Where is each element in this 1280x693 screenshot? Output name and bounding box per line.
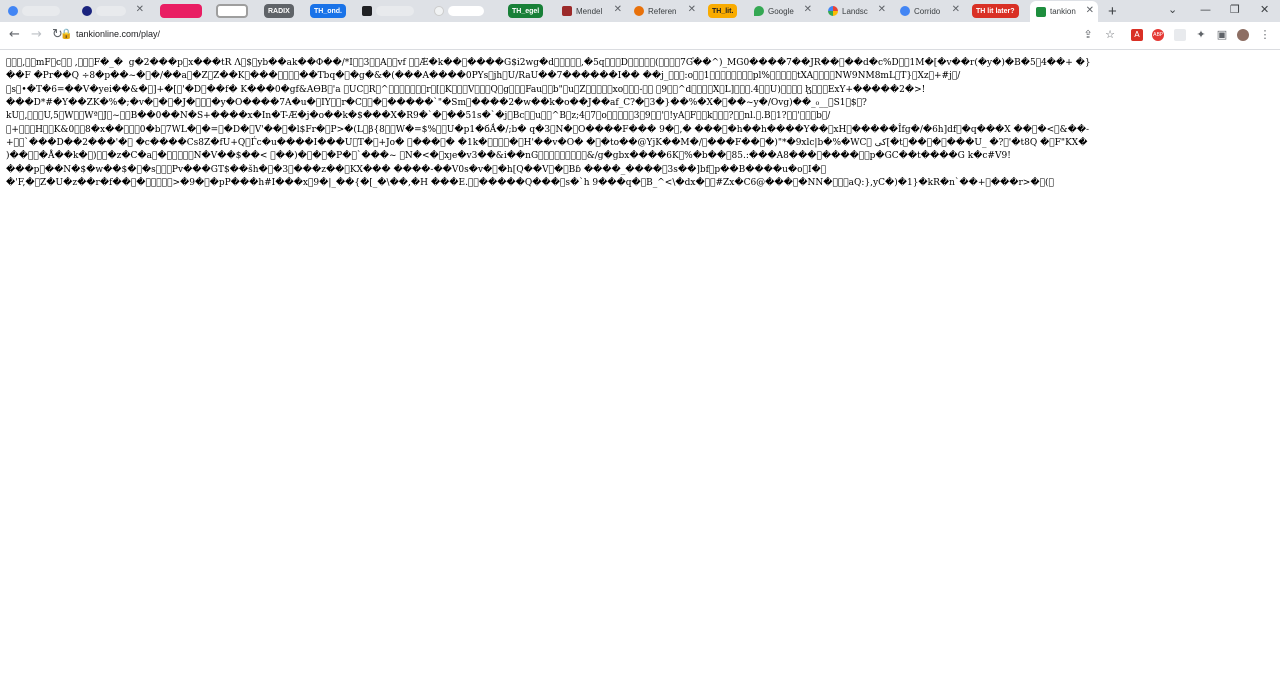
google-icon [8,6,18,16]
tab-title-blurred [448,6,484,16]
close-window-icon[interactable]: ✕ [1260,3,1269,16]
page-icon [362,6,372,16]
reference-icon [634,6,644,16]
hm-logo-icon [82,6,92,16]
tab-th-lit[interactable]: TH_lit. [708,2,742,20]
tab-label: Landsc [842,6,868,16]
minimize-icon[interactable]: — [1200,3,1211,16]
extension-icon[interactable] [1174,29,1186,41]
google-icon [900,6,910,16]
tab-title-blurred [96,6,126,16]
avatar[interactable] [1237,29,1249,41]
close-icon[interactable]: ✕ [136,4,144,15]
page-icon [434,6,444,16]
tab-label: Mendel [576,6,603,16]
tab-label: TH_ond. [310,4,346,18]
tab-corridor[interactable]: Corrido ✕ [900,2,964,20]
close-icon[interactable]: ✕ [688,4,696,15]
side-panel-icon[interactable]: ▣ [1216,29,1228,41]
tab-3[interactable] [160,2,204,20]
tab-label: TH_egel [508,4,544,18]
tab-label: Referen [648,6,677,16]
tab-th-egel[interactable]: TH_egel [508,2,550,20]
share-icon[interactable]: ⇪ [1082,29,1094,41]
tab-landscape[interactable]: Landsc ✕ [828,2,890,20]
lock-icon: 🔒 [60,29,73,40]
photos-icon [828,6,838,16]
maps-pin-icon [754,6,764,16]
tab-mendeley[interactable]: Mendel ✕ [562,2,626,20]
tab-reference[interactable]: Referen ✕ [634,2,700,20]
tab-label: Corrido [914,6,941,16]
tab-google-maps[interactable]: Google ✕ [754,2,816,20]
tab-tankionline-active[interactable]: tankion ✕ [1030,1,1098,22]
tab-label: Google [768,6,794,16]
tab-label: RADIX [264,4,294,18]
tab-label: tankion [1050,7,1076,16]
tab-1[interactable] [8,2,72,20]
close-icon[interactable]: ✕ [952,4,960,15]
tab-radix[interactable]: RADIX [264,2,296,20]
tab-title-blurred [376,6,414,16]
tab-8[interactable] [434,2,496,20]
tab-label: TH lit later? [972,4,1019,18]
tanki-icon [1036,6,1046,17]
tab-2[interactable]: ✕ [82,2,148,20]
new-tab-button[interactable]: + [1108,3,1117,20]
tab-title-blurred [22,6,60,16]
tab-th-ond[interactable]: TH_ond. [310,2,348,20]
restore-icon[interactable]: ❐ [1230,3,1240,16]
bookmark-star-icon[interactable]: ☆ [1104,29,1116,41]
back-icon[interactable]: ← [9,27,20,42]
tab-4[interactable] [216,2,250,20]
browser-toolbar: ← → ↻ 🔒 tankionline.com/play/ ⇪ ☆ A ABP … [0,22,1280,50]
close-icon[interactable]: ✕ [804,4,812,15]
menu-kebab-icon[interactable]: ⋮ [1259,29,1271,41]
tab-strip: ✕ RADIX TH_ond. TH_egel Mendel ✕ Referen… [0,0,1280,22]
tab-search-icon[interactable]: ⌄ [1168,3,1177,16]
forward-icon[interactable]: → [31,27,42,42]
close-icon[interactable]: ✕ [614,4,622,15]
bookmark-pill-icon [216,4,248,18]
adblock-icon[interactable]: ABP [1152,29,1164,41]
close-icon[interactable]: ✕ [878,4,886,15]
close-icon[interactable]: ✕ [1086,5,1094,16]
address-bar[interactable]: tankionline.com/play/ [76,29,160,39]
mendeley-icon [562,6,572,16]
tab-th-lit-later[interactable]: TH lit later? [972,2,1022,20]
tab-label: TH_lit. [708,4,738,18]
pdf-extension-icon[interactable]: A [1131,29,1143,41]
raw-binary-page-text:    ,  mF c   ,   F�_� g�2���p x���tR Λ $… [6,58,1091,189]
extensions-puzzle-icon[interactable]: ✦ [1195,29,1207,41]
bookmark-pill-icon [160,4,202,18]
tab-7[interactable] [362,2,422,20]
